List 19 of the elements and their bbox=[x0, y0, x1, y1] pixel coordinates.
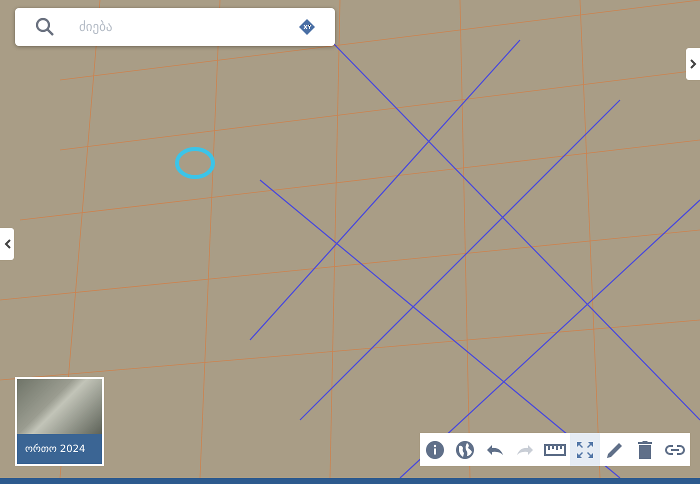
search-icon bbox=[35, 17, 55, 37]
search-bar[interactable]: ძიება bbox=[15, 8, 335, 46]
globe-icon bbox=[455, 440, 475, 460]
chevron-left-icon bbox=[4, 239, 10, 249]
fullscreen-button[interactable] bbox=[570, 433, 600, 466]
fullscreen-icon bbox=[576, 440, 594, 458]
info-icon bbox=[425, 440, 445, 460]
expand-right-button[interactable] bbox=[686, 48, 700, 80]
search-field[interactable]: ძიება bbox=[77, 18, 277, 36]
chevron-right-icon bbox=[690, 59, 696, 69]
satellite-map[interactable] bbox=[0, 0, 700, 478]
link-icon bbox=[665, 444, 685, 456]
basemap-label: ორთო 2024 bbox=[25, 444, 86, 454]
ruler-icon bbox=[544, 444, 566, 456]
trash-icon bbox=[637, 440, 653, 460]
expand-left-button[interactable] bbox=[0, 228, 14, 260]
pencil-icon bbox=[606, 440, 624, 458]
basemap-switcher[interactable]: ორთო 2024 bbox=[15, 377, 104, 466]
xy-coordinates-icon[interactable] bbox=[299, 19, 315, 35]
